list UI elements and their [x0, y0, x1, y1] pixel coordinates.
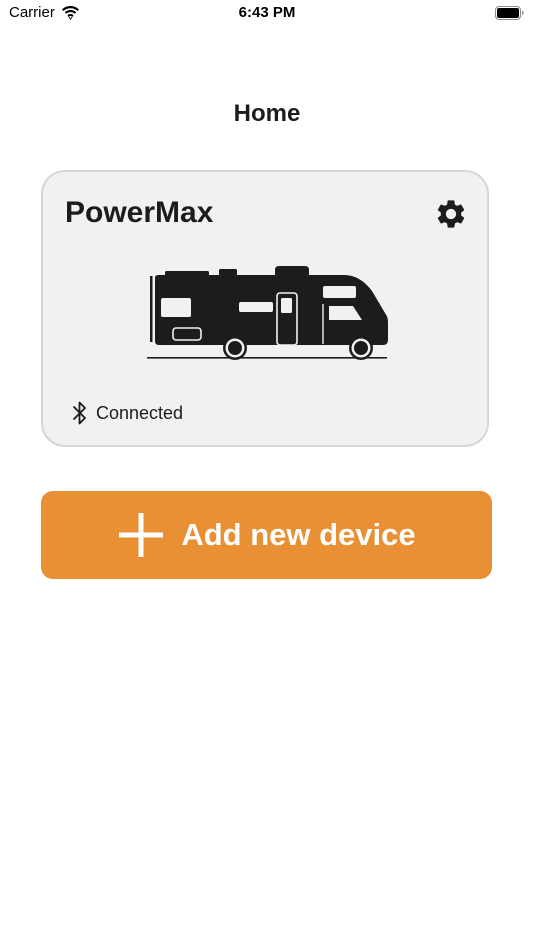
rv-motorhome-image	[147, 266, 388, 360]
connection-status-label: Connected	[96, 402, 184, 423]
add-device-label: Add new device	[181, 517, 416, 552]
device-name: PowerMax	[65, 196, 214, 229]
add-device-button[interactable]: Add new device	[41, 491, 492, 579]
battery-full-icon	[495, 6, 524, 20]
gear-icon	[437, 200, 465, 228]
page-title: Home	[233, 100, 301, 127]
plus-icon	[119, 513, 164, 557]
connection-status: Connected	[71, 400, 183, 426]
device-card[interactable]: PowerMax Connected	[41, 170, 489, 447]
status-bar: Carrier 6:43 PM	[0, 0, 534, 28]
device-settings-button[interactable]	[433, 196, 469, 232]
status-time: 6:43 PM	[238, 4, 296, 21]
bluetooth-icon	[73, 401, 86, 425]
